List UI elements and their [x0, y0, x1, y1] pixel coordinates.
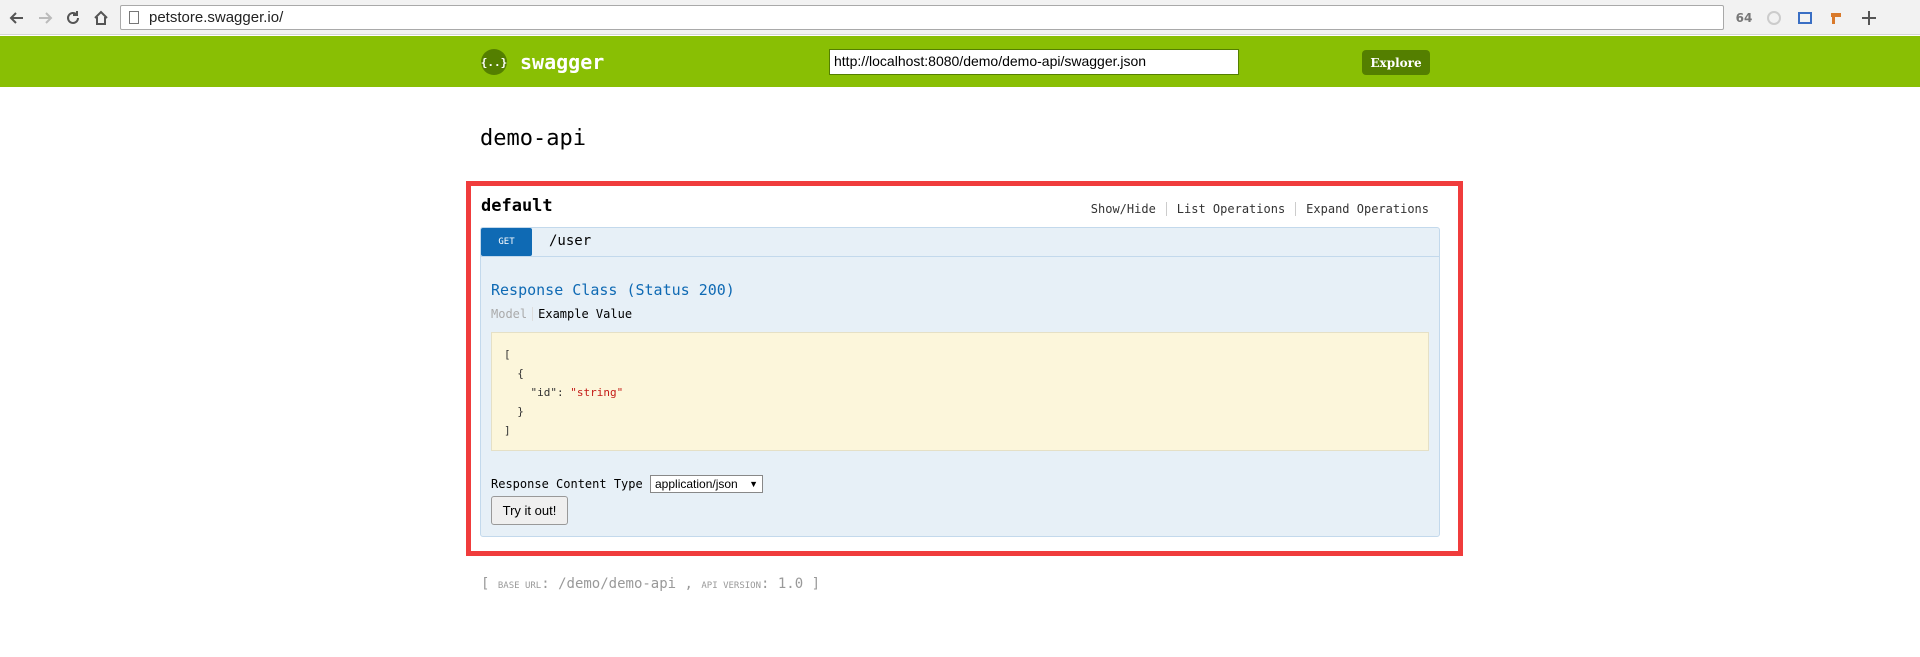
snippet-line: "id": "string" [504, 383, 1416, 402]
address-bar[interactable]: petstore.swagger.io/ [120, 5, 1724, 30]
try-it-out-button[interactable]: Try it out! [491, 496, 568, 525]
chevron-down-icon: ▼ [749, 479, 758, 489]
http-method-badge[interactable]: GET [481, 228, 532, 256]
explore-button[interactable]: Explore [1362, 50, 1430, 75]
response-content-type-label: Response Content Type [491, 477, 643, 491]
snippet-text: { [504, 367, 524, 380]
base-url-value: : /demo/demo-api , [541, 576, 693, 592]
footer-bracket: [ [481, 576, 490, 592]
screenshot-frame-icon[interactable] [1794, 7, 1816, 29]
browser-toolbar: petstore.swagger.io/ 64 [0, 0, 1920, 35]
api-version-label: API VERSION [701, 581, 761, 591]
api-version-value: : 1.0 [761, 576, 804, 592]
swagger-header: {..} swagger http://localhost:8080/demo/… [0, 36, 1920, 87]
swagger-logo-text[interactable]: swagger [520, 50, 604, 74]
base-url-label: BASE URL [497, 581, 542, 591]
example-value-snippet[interactable]: [ { "id": "string" }] [491, 332, 1429, 451]
spec-url-input[interactable]: http://localhost:8080/demo/demo-api/swag… [829, 49, 1239, 75]
select-value: application/json [655, 477, 738, 491]
extension-64-icon[interactable]: 64 [1733, 7, 1755, 29]
back-arrow-icon[interactable] [4, 5, 30, 31]
snippet-line: { [504, 364, 1416, 383]
address-url: petstore.swagger.io/ [149, 9, 284, 26]
expand-operations-link[interactable]: Expand Operations [1296, 202, 1429, 216]
api-info-footer: [ BASE URL: /demo/demo-api , API VERSION… [481, 576, 820, 592]
reload-icon[interactable] [60, 5, 86, 31]
extension-circle-icon[interactable] [1763, 7, 1785, 29]
snippet-line: } [504, 405, 524, 418]
signature-tabs: Model Example Value [491, 307, 632, 321]
footer-bracket: ] [811, 576, 821, 592]
pen-tool-icon[interactable] [1826, 7, 1848, 29]
operation-heading[interactable]: GET /user [481, 228, 1439, 257]
show-hide-link[interactable]: Show/Hide [1081, 202, 1167, 216]
operation-path[interactable]: /user [549, 233, 591, 249]
snippet-line: [ [504, 348, 511, 361]
swagger-logo-icon: {..} [481, 49, 507, 75]
move-icon[interactable] [1858, 7, 1880, 29]
list-operations-link[interactable]: List Operations [1167, 202, 1297, 216]
tab-example-value[interactable]: Example Value [533, 307, 632, 321]
home-icon[interactable] [88, 5, 114, 31]
resource-operations: Show/Hide List Operations Expand Operati… [1081, 202, 1429, 216]
response-class-heading: Response Class (Status 200) [491, 281, 735, 299]
response-content-type-select[interactable]: application/json ▼ [650, 475, 763, 493]
resource-name[interactable]: default [481, 196, 553, 216]
snippet-line: ] [504, 424, 511, 437]
api-title: demo-api [480, 126, 586, 151]
page-icon [129, 11, 139, 24]
snippet-string: "string" [570, 386, 624, 399]
operation-get-user: GET /user Response Class (Status 200) Mo… [480, 227, 1440, 537]
tab-model[interactable]: Model [491, 307, 534, 321]
snippet-key: "id": [504, 386, 571, 399]
forward-arrow-icon[interactable] [32, 5, 58, 31]
